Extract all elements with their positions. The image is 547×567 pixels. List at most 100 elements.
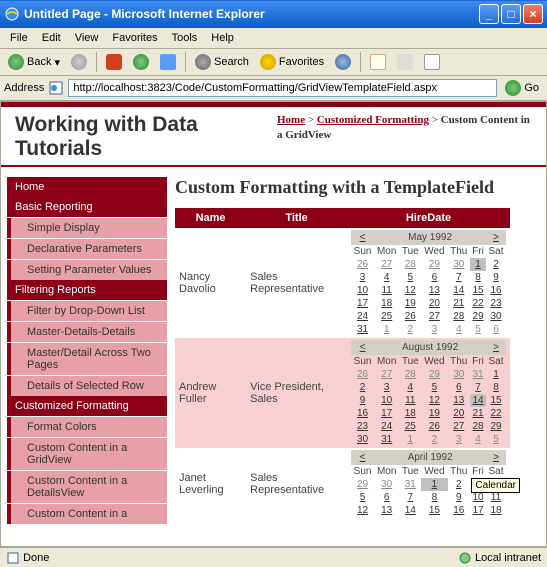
cal-day[interactable]: 26 (351, 368, 374, 381)
cal-day[interactable]: 27 (374, 258, 399, 271)
cal-next[interactable]: > (486, 230, 506, 245)
cal-day[interactable]: 31 (351, 323, 374, 336)
cal-day[interactable]: 30 (351, 433, 374, 446)
nav-item[interactable]: Simple Display (7, 218, 167, 238)
cal-day[interactable]: 15 (470, 284, 486, 297)
cal-day[interactable]: 28 (470, 420, 486, 433)
search-button[interactable]: Search (191, 52, 253, 72)
history-button[interactable] (331, 52, 355, 72)
forward-button[interactable] (67, 52, 91, 72)
cal-day[interactable]: 29 (421, 368, 447, 381)
cal-day[interactable]: 24 (351, 310, 374, 323)
cal-next[interactable]: > (486, 340, 506, 355)
close-button[interactable]: × (523, 4, 543, 24)
nav-item[interactable]: Custom Content in a (7, 504, 167, 524)
cal-day[interactable]: 18 (399, 407, 421, 420)
nav-item[interactable]: Filter by Drop-Down List (7, 301, 167, 321)
nav-item[interactable]: Custom Content in a DetailsView (7, 471, 167, 503)
cal-day[interactable]: 15 (421, 504, 447, 517)
cal-day[interactable]: 5 (351, 491, 374, 504)
nav-customized-formatting[interactable]: Customized Formatting (7, 396, 167, 416)
cal-day[interactable]: 1 (421, 478, 447, 491)
cal-day[interactable]: 27 (374, 368, 399, 381)
edit-button[interactable] (420, 52, 444, 72)
cal-day[interactable]: 28 (399, 368, 421, 381)
cal-day[interactable]: 3 (448, 433, 471, 446)
stop-button[interactable] (102, 52, 126, 72)
breadcrumb-home[interactable]: Home (277, 114, 305, 126)
menu-edit[interactable]: Edit (36, 30, 67, 46)
cal-day[interactable]: 22 (470, 297, 486, 310)
nav-item[interactable]: Custom Content in a GridView (7, 438, 167, 470)
cal-day[interactable]: 29 (486, 420, 506, 433)
menu-favorites[interactable]: Favorites (106, 30, 163, 46)
cal-day[interactable]: 19 (399, 297, 421, 310)
cal-day[interactable]: 1 (374, 323, 399, 336)
cal-day[interactable]: 19 (421, 407, 447, 420)
cal-day[interactable]: 3 (374, 381, 399, 394)
cal-day[interactable]: 8 (470, 271, 486, 284)
cal-day[interactable]: 17 (470, 504, 486, 517)
cal-day[interactable]: 29 (421, 258, 447, 271)
cal-day[interactable]: 9 (486, 271, 506, 284)
cal-day[interactable]: 23 (351, 420, 374, 433)
menu-file[interactable]: File (4, 30, 34, 46)
cal-day[interactable]: 9 (351, 394, 374, 407)
cal-day[interactable]: 11 (399, 394, 421, 407)
nav-filtering-reports[interactable]: Filtering Reports (7, 280, 167, 300)
cal-day[interactable]: 7 (448, 271, 471, 284)
cal-day[interactable]: 5 (470, 323, 486, 336)
cal-day[interactable]: 6 (421, 271, 447, 284)
cal-day[interactable]: 2 (399, 323, 421, 336)
cal-day[interactable]: 12 (399, 284, 421, 297)
cal-day[interactable]: 17 (374, 407, 399, 420)
cal-day[interactable]: 13 (448, 394, 471, 407)
cal-day[interactable]: 5 (486, 433, 506, 446)
cal-next[interactable]: > (486, 450, 506, 465)
cal-day[interactable]: 12 (421, 394, 447, 407)
cal-day[interactable]: 7 (399, 491, 421, 504)
cal-day[interactable]: 5 (399, 271, 421, 284)
cal-day[interactable]: 1 (470, 258, 486, 271)
cal-prev[interactable]: < (351, 450, 374, 465)
print-button[interactable] (393, 52, 417, 72)
cal-day[interactable]: 21 (470, 407, 486, 420)
cal-day[interactable]: 2 (448, 478, 471, 491)
nav-home[interactable]: Home (7, 177, 167, 197)
cal-day[interactable]: 1 (399, 433, 421, 446)
browser-viewport[interactable]: Working with Data Tutorials Home > Custo… (0, 101, 547, 547)
cal-day[interactable]: 16 (448, 504, 471, 517)
cal-day[interactable]: 9 (448, 491, 471, 504)
mail-button[interactable] (366, 52, 390, 72)
nav-item[interactable]: Declarative Parameters (7, 239, 167, 259)
cal-day[interactable]: 1 (486, 368, 506, 381)
cal-day[interactable]: 3 (351, 271, 374, 284)
menu-view[interactable]: View (69, 30, 105, 46)
cal-day[interactable]: 2 (351, 381, 374, 394)
cal-day[interactable]: 13 (421, 284, 447, 297)
menu-tools[interactable]: Tools (166, 30, 204, 46)
cal-day[interactable]: 28 (399, 258, 421, 271)
cal-day[interactable]: 5 (421, 381, 447, 394)
cal-day[interactable]: 13 (374, 504, 399, 517)
cal-day[interactable]: 30 (486, 310, 506, 323)
cal-day[interactable]: 29 (470, 310, 486, 323)
cal-day[interactable]: 6 (374, 491, 399, 504)
cal-day[interactable]: 21 (448, 297, 471, 310)
cal-day[interactable]: 25 (399, 420, 421, 433)
cal-day[interactable]: 14 (399, 504, 421, 517)
cal-day[interactable]: 24 (374, 420, 399, 433)
cal-day[interactable]: 31 (374, 433, 399, 446)
cal-day[interactable]: 26 (421, 420, 447, 433)
cal-day[interactable]: 17 (351, 297, 374, 310)
cal-day[interactable]: 31 (470, 368, 486, 381)
cal-prev[interactable]: < (351, 230, 374, 245)
cal-day[interactable]: 29 (351, 478, 374, 491)
home-button[interactable] (156, 52, 180, 72)
cal-day[interactable]: 30 (448, 258, 471, 271)
cal-day[interactable]: 27 (421, 310, 447, 323)
cal-day[interactable]: 18 (374, 297, 399, 310)
cal-day[interactable]: 14 (448, 284, 471, 297)
cal-day[interactable]: 2 (421, 433, 447, 446)
cal-day[interactable]: 7 (470, 381, 486, 394)
